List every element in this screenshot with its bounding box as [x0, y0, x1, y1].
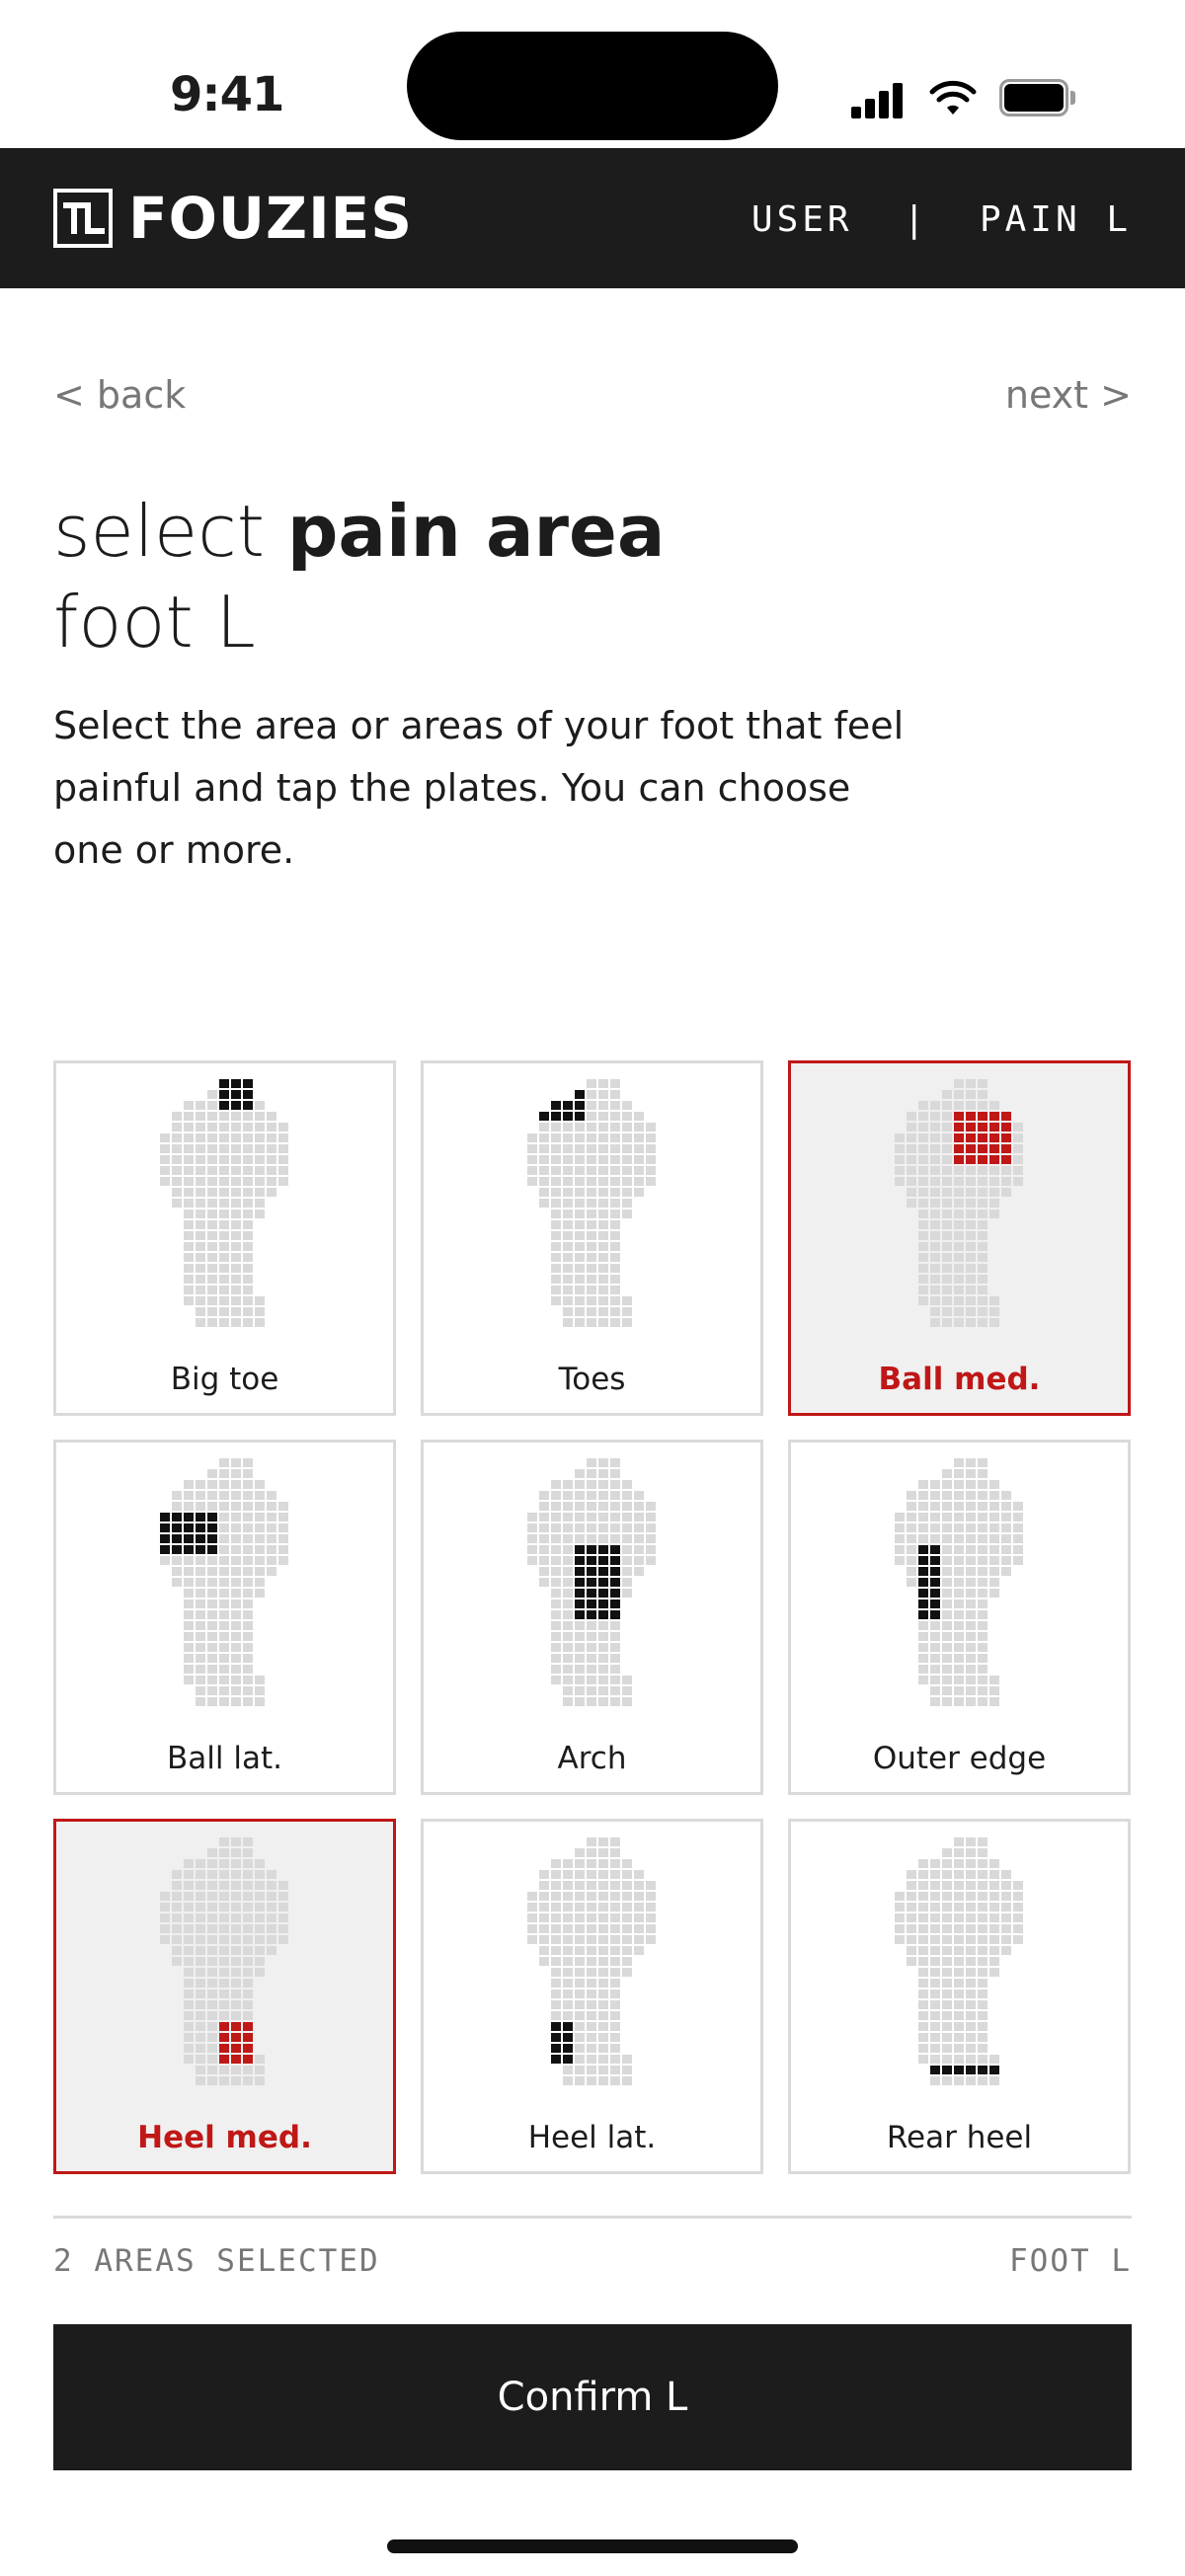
tile-label: Big toe	[170, 1362, 279, 1397]
tile-label: Ball lat.	[167, 1741, 282, 1776]
area-tile-arch[interactable]: Arch	[421, 1440, 763, 1795]
area-tile-heel-lat[interactable]: Heel lat.	[421, 1819, 763, 2174]
foot-outer-edge-icon	[894, 1458, 1023, 1706]
tile-label: Heel med.	[137, 2120, 312, 2155]
back-link[interactable]: < back	[53, 373, 186, 417]
foot-arch-icon	[526, 1458, 656, 1706]
pain-area-grid: Big toe Toes Ball med. Ball lat. Arch Ou…	[53, 1060, 1132, 2174]
next-link[interactable]: next >	[1005, 373, 1132, 417]
cellular-signal-icon	[851, 83, 905, 118]
foot-heel-med-icon	[159, 1837, 288, 2085]
foot-big-toe-icon	[159, 1079, 288, 1327]
title-emphasis: pain area	[286, 490, 666, 573]
tile-label: Toes	[558, 1362, 626, 1397]
tile-label: Heel lat.	[527, 2120, 657, 2155]
header-breadcrumb: USER | PAIN L	[750, 199, 1132, 240]
brand-name: FOUZIES	[128, 185, 414, 252]
tile-label: Ball med.	[878, 1362, 1041, 1397]
title-foot: foot L	[53, 581, 256, 664]
home-indicator	[387, 2539, 798, 2553]
instructions-text: Select the area or areas of your foot th…	[53, 704, 905, 872]
logo-mark-icon	[53, 189, 113, 248]
battery-icon	[999, 79, 1076, 117]
wifi-icon	[929, 80, 977, 115]
tile-label: Rear heel	[886, 2120, 1033, 2155]
title-prefix: select	[53, 490, 287, 573]
area-tile-big-toe[interactable]: Big toe	[53, 1060, 396, 1416]
page-title: select pain area foot L	[53, 486, 665, 667]
area-tile-toes[interactable]: Toes	[421, 1060, 763, 1416]
area-tile-rear-heel[interactable]: Rear heel	[788, 1819, 1131, 2174]
area-tile-heel-med[interactable]: Heel med.	[53, 1819, 396, 2174]
tile-label: Outer edge	[872, 1741, 1047, 1776]
foot-heel-lat-icon	[526, 1837, 656, 2085]
foot-toes-icon	[526, 1079, 656, 1327]
dynamic-island	[407, 32, 778, 140]
divider	[53, 2216, 1132, 2219]
confirm-button[interactable]: Confirm L	[53, 2324, 1132, 2470]
selected-count: 2 AREAS SELECTED	[53, 2243, 380, 2279]
area-tile-outer-edge[interactable]: Outer edge	[788, 1440, 1131, 1795]
foot-rear-heel-icon	[894, 1837, 1023, 2085]
tile-label: Arch	[557, 1741, 627, 1776]
app-header: FOUZIES USER | PAIN L	[0, 148, 1185, 288]
brand-logo[interactable]: FOUZIES	[53, 188, 413, 249]
foot-side-label: FOOT L	[1009, 2243, 1132, 2279]
foot-ball-lat-icon	[159, 1458, 288, 1706]
foot-ball-med-icon	[894, 1079, 1023, 1327]
area-tile-ball-med[interactable]: Ball med.	[788, 1060, 1131, 1416]
area-tile-ball-lat[interactable]: Ball lat.	[53, 1440, 396, 1795]
status-bar: 9:41	[0, 0, 1185, 148]
status-time: 9:41	[170, 67, 284, 122]
